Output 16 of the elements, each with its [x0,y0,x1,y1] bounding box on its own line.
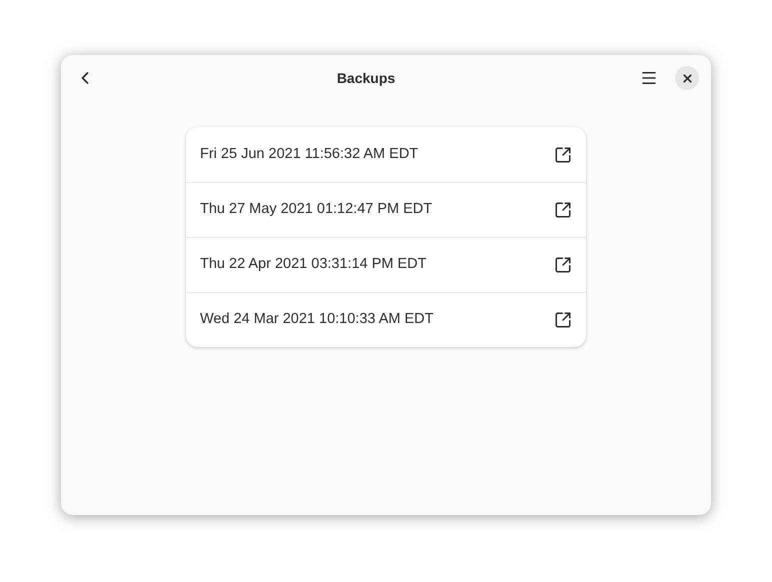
window-title: Backups [336,68,396,88]
close-button[interactable] [675,66,699,90]
backup-date: Thu 22 Apr 2021 03:31:14 PM EDT [200,255,428,274]
backup-date: Fri 25 Jun 2021 11:56:32 AM EDT [200,144,420,164]
backup-row[interactable]: Thu 22 Apr 2021 03:31:14 PM EDT [186,237,586,292]
backup-date: Thu 27 May 2021 01:12:47 PM EDT [200,200,434,220]
external-link-icon [554,146,572,164]
backup-date: Wed 24 Mar 2021 10:10:33 AM EDT [200,310,434,330]
backup-row[interactable]: Wed 24 Mar 2021 10:10:33 AM EDT [186,292,586,347]
external-link-icon [554,201,572,219]
external-link-icon [554,311,572,329]
backup-row[interactable]: Thu 27 May 2021 01:12:47 PM EDT [186,182,586,237]
close-icon [680,72,694,84]
menu-icon [640,69,658,87]
backup-row[interactable]: Fri 25 Jun 2021 11:56:32 AM EDT [186,127,586,182]
external-link-icon [554,256,572,274]
